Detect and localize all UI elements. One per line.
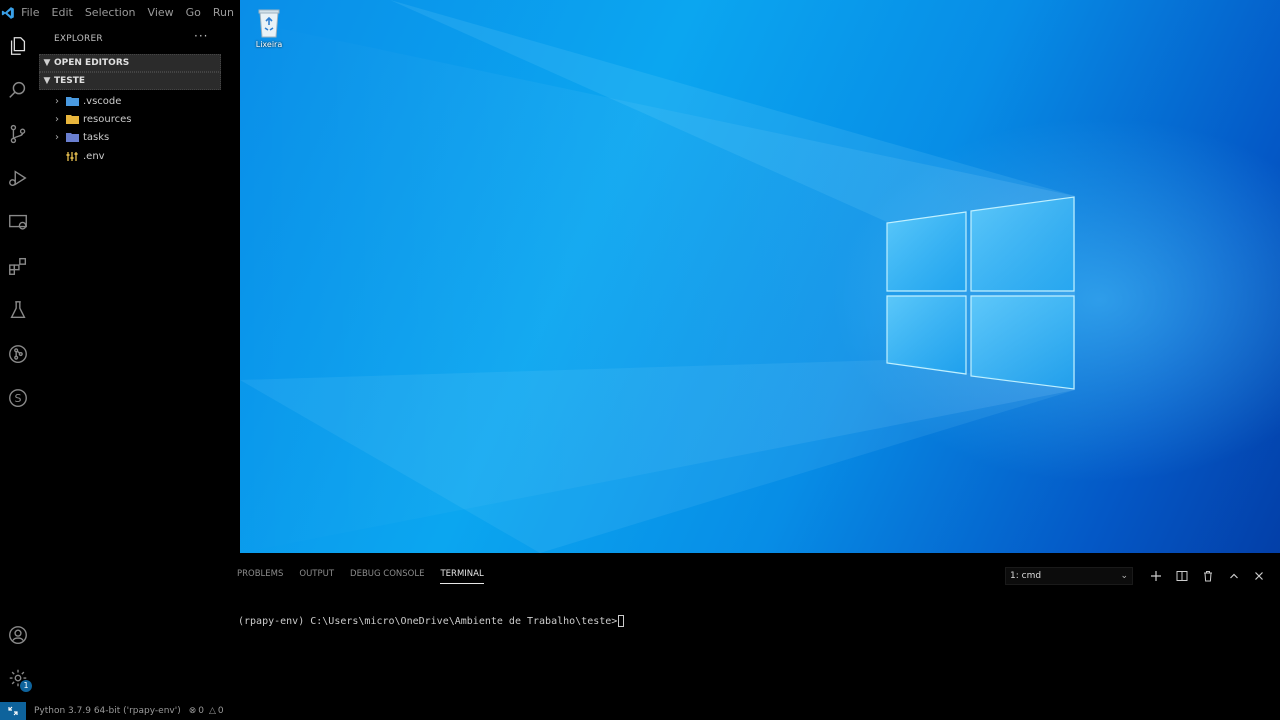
tree-item-label: resources — [83, 113, 132, 125]
remote-icon — [8, 706, 18, 716]
error-icon: ⊗ — [188, 706, 197, 716]
settings-badge: 1 — [20, 680, 32, 692]
warning-count: 0 — [217, 706, 224, 716]
menu-run[interactable]: Run — [207, 0, 240, 26]
close-panel-button[interactable] — [1250, 567, 1268, 585]
chevron-down-icon: ▼ — [43, 58, 51, 68]
git-graph-icon[interactable] — [0, 334, 36, 374]
extensions-icon[interactable] — [0, 246, 36, 286]
kill-terminal-button[interactable] — [1199, 567, 1217, 585]
settings-file-icon — [64, 150, 80, 162]
windows-logo-light-icon — [240, 0, 1075, 553]
chevron-right-icon: › — [55, 95, 59, 107]
error-count: 0 — [198, 706, 204, 716]
folder-label: TESTE — [54, 76, 86, 86]
panel-tabs: PROBLEMS OUTPUT DEBUG CONSOLE TERMINAL — [237, 569, 500, 584]
new-terminal-button[interactable] — [1147, 567, 1165, 585]
tab-output[interactable]: OUTPUT — [299, 569, 334, 584]
more-actions-button[interactable]: ··· — [194, 29, 208, 43]
chevron-up-icon — [1230, 573, 1238, 579]
remote-explorer-icon[interactable] — [0, 202, 36, 242]
folder-icon — [64, 131, 80, 143]
problems-indicator[interactable]: ⊗ 0 △ 0 — [189, 706, 224, 716]
python-interpreter[interactable]: Python 3.7.9 64-bit ('rpapy-env') — [34, 706, 181, 716]
menu-bar: File Edit Selection View Go Run — [0, 0, 240, 26]
explorer-icon[interactable] — [0, 26, 36, 66]
plus-icon — [1151, 571, 1161, 581]
open-editors-label: OPEN EDITORS — [54, 58, 130, 68]
run-debug-icon[interactable] — [0, 158, 36, 198]
search-icon[interactable] — [0, 70, 36, 110]
tree-item-label: tasks — [83, 131, 110, 143]
explorer-sidebar: EXPLORER ··· ▼ OPEN EDITORS ▼ TESTE › .v… — [36, 26, 240, 696]
terminal-select-value: 1: cmd — [1010, 571, 1042, 581]
tab-problems[interactable]: PROBLEMS — [237, 569, 283, 584]
menu-view[interactable]: View — [142, 0, 180, 26]
chevron-down-icon: ▼ — [43, 76, 51, 86]
warning-icon: △ — [209, 706, 216, 716]
trash-icon — [1204, 571, 1212, 582]
tab-debug-console[interactable]: DEBUG CONSOLE — [350, 569, 424, 584]
terminal-cursor — [618, 615, 625, 627]
account-icon[interactable] — [0, 615, 36, 655]
menu-selection[interactable]: Selection — [79, 0, 142, 26]
sidebar-title: EXPLORER — [54, 34, 103, 44]
tree-item-label: .env — [83, 150, 105, 162]
folder-section-teste[interactable]: ▼ TESTE — [39, 72, 221, 90]
split-terminal-button[interactable] — [1173, 567, 1191, 585]
vscode-logo-icon — [0, 0, 15, 26]
tree-item-resources[interactable]: › resources — [50, 110, 220, 128]
activity-bar: S 1 — [0, 26, 36, 696]
menu-go[interactable]: Go — [180, 0, 207, 26]
chevron-right-icon: › — [55, 131, 59, 143]
close-icon — [1255, 572, 1263, 580]
maximize-panel-button[interactable] — [1225, 567, 1243, 585]
folder-icon — [64, 95, 80, 107]
recycle-bin-label: Lixeira — [255, 40, 283, 49]
tab-terminal[interactable]: TERMINAL — [440, 569, 484, 584]
recycle-bin-shortcut[interactable]: Lixeira — [252, 6, 286, 49]
s-extension-icon[interactable]: S — [0, 378, 36, 418]
terminal-select[interactable]: 1: cmd ⌄ — [1005, 567, 1133, 585]
settings-gear-icon[interactable] — [0, 658, 36, 698]
status-bar: Python 3.7.9 64-bit ('rpapy-env') ⊗ 0 △ … — [0, 702, 1280, 720]
tree-item-label: .vscode — [83, 95, 122, 107]
remote-indicator-button[interactable] — [0, 702, 26, 720]
tree-item-tasks[interactable]: › tasks — [50, 128, 220, 146]
testing-icon[interactable] — [0, 290, 36, 330]
chevron-down-icon: ⌄ — [1120, 571, 1128, 581]
desktop-wallpaper: Lixeira — [240, 0, 1280, 553]
terminal-prompt: (rpapy-env) C:\Users\micro\OneDrive\Ambi… — [238, 615, 618, 627]
chevron-right-icon: › — [55, 113, 59, 125]
terminal-output[interactable]: (rpapy-env) C:\Users\micro\OneDrive\Ambi… — [238, 615, 625, 627]
tree-item-vscode[interactable]: › .vscode — [50, 92, 220, 110]
tree-item-env[interactable]: .env — [50, 147, 220, 165]
open-editors-section[interactable]: ▼ OPEN EDITORS — [39, 54, 221, 72]
recycle-bin-icon — [258, 9, 280, 38]
menu-edit[interactable]: Edit — [46, 0, 79, 26]
source-control-icon[interactable] — [0, 114, 36, 154]
menu-file[interactable]: File — [15, 0, 45, 26]
bottom-panel: PROBLEMS OUTPUT DEBUG CONSOLE TERMINAL 1… — [225, 553, 1280, 696]
folder-icon — [64, 113, 80, 125]
split-icon — [1176, 571, 1188, 581]
svg-text:S: S — [15, 392, 22, 405]
